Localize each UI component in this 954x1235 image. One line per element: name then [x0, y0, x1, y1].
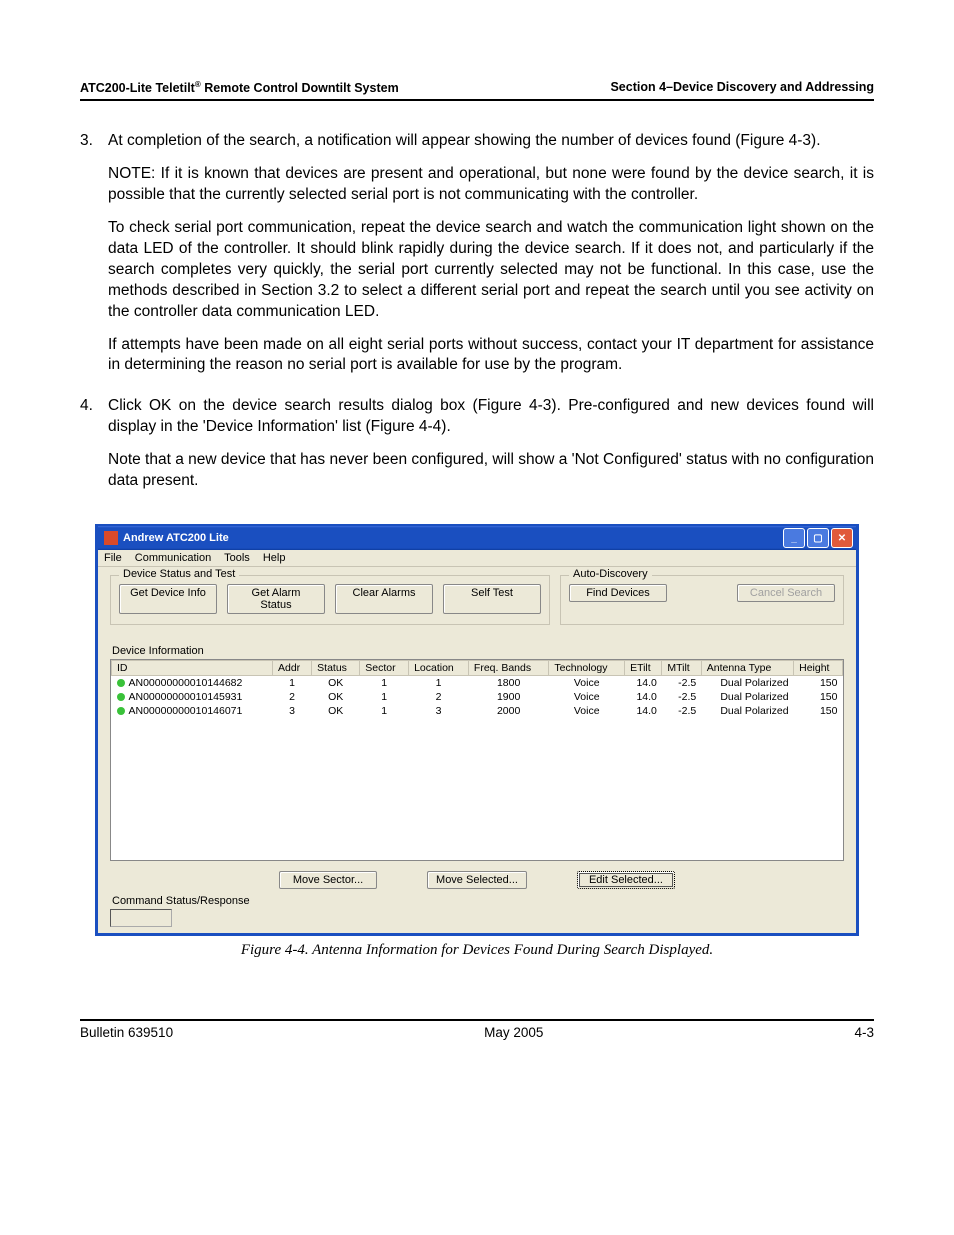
group-auto-discovery: Auto-Discovery Find Devices Cancel Searc…	[560, 575, 844, 625]
para: NOTE: If it is known that devices are pr…	[108, 164, 874, 206]
table-row[interactable]: AN000000000101459312OK121900Voice14.0-2.…	[112, 690, 843, 704]
list-number-4: 4.	[80, 396, 108, 504]
minimize-button[interactable]: _	[783, 528, 805, 548]
find-devices-button[interactable]: Find Devices	[569, 584, 667, 602]
figure-caption: Figure 4-4. Antenna Information for Devi…	[80, 942, 874, 959]
maximize-button[interactable]: ▢	[807, 528, 829, 548]
table-row[interactable]: AN000000000101460713OK132000Voice14.0-2.…	[112, 704, 843, 718]
status-dot-icon	[117, 707, 125, 715]
menu-communication[interactable]: Communication	[135, 552, 211, 564]
col-location[interactable]: Location	[409, 661, 469, 676]
titlebar: Andrew ATC200 Lite _ ▢ ✕	[98, 526, 856, 550]
cancel-search-button[interactable]: Cancel Search	[737, 584, 835, 602]
para: Note that a new device that has never be…	[108, 450, 874, 492]
menu-help[interactable]: Help	[263, 552, 286, 564]
page-footer: Bulletin 639510 May 2005 4-3	[80, 1021, 874, 1040]
move-sector-button[interactable]: Move Sector...	[279, 871, 377, 889]
col-antenna-type[interactable]: Antenna Type	[701, 661, 793, 676]
table-row[interactable]: AN000000000101446821OK111800Voice14.0-2.…	[112, 676, 843, 691]
list-number-3: 3.	[80, 131, 108, 388]
footer-center: May 2005	[484, 1025, 543, 1040]
self-test-button[interactable]: Self Test	[443, 584, 541, 614]
get-device-info-button[interactable]: Get Device Info	[119, 584, 217, 614]
device-information-label: Device Information	[112, 645, 844, 657]
app-icon	[104, 531, 118, 545]
para: Click OK on the device search results di…	[108, 396, 874, 438]
status-dot-icon	[117, 693, 125, 701]
group-label: Auto-Discovery	[569, 568, 652, 580]
table-header-row: ID Addr Status Sector Location Freq. Ban…	[112, 661, 843, 676]
col-sector[interactable]: Sector	[360, 661, 409, 676]
col-height[interactable]: Height	[794, 661, 843, 676]
app-window: Andrew ATC200 Lite _ ▢ ✕ File Communicat…	[95, 524, 859, 936]
group-label: Device Status and Test	[119, 568, 239, 580]
command-status-label: Command Status/Response	[112, 895, 844, 907]
col-etilt[interactable]: ETilt	[625, 661, 662, 676]
menu-tools[interactable]: Tools	[224, 552, 250, 564]
footer-left: Bulletin 639510	[80, 1025, 173, 1040]
window-title: Andrew ATC200 Lite	[123, 532, 229, 544]
move-selected-button[interactable]: Move Selected...	[427, 871, 527, 889]
col-mtilt[interactable]: MTilt	[662, 661, 701, 676]
col-technology[interactable]: Technology	[549, 661, 625, 676]
col-id[interactable]: ID	[112, 661, 273, 676]
group-device-status-test: Device Status and Test Get Device Info G…	[110, 575, 550, 625]
status-dot-icon	[117, 679, 125, 687]
menubar: File Communication Tools Help	[98, 550, 856, 567]
get-alarm-status-button[interactable]: Get Alarm Status	[227, 584, 325, 614]
header-left: ATC200-Lite Teletilt® Remote Control Dow…	[80, 80, 399, 95]
device-information-table[interactable]: ID Addr Status Sector Location Freq. Ban…	[110, 659, 844, 861]
col-addr[interactable]: Addr	[273, 661, 312, 676]
col-freq-bands[interactable]: Freq. Bands	[468, 661, 548, 676]
command-status-field	[110, 909, 172, 927]
col-status[interactable]: Status	[312, 661, 360, 676]
para: If attempts have been made on all eight …	[108, 335, 874, 377]
footer-right: 4-3	[854, 1025, 874, 1040]
close-button[interactable]: ✕	[831, 528, 853, 548]
edit-selected-button[interactable]: Edit Selected...	[577, 871, 675, 889]
clear-alarms-button[interactable]: Clear Alarms	[335, 584, 433, 614]
para: To check serial port communication, repe…	[108, 218, 874, 323]
header-right: Section 4–Device Discovery and Addressin…	[610, 80, 874, 95]
menu-file[interactable]: File	[104, 552, 122, 564]
body-text: 3. At completion of the search, a notifi…	[80, 131, 874, 504]
page-header: ATC200-Lite Teletilt® Remote Control Dow…	[80, 80, 874, 101]
para: At completion of the search, a notificat…	[108, 131, 874, 152]
